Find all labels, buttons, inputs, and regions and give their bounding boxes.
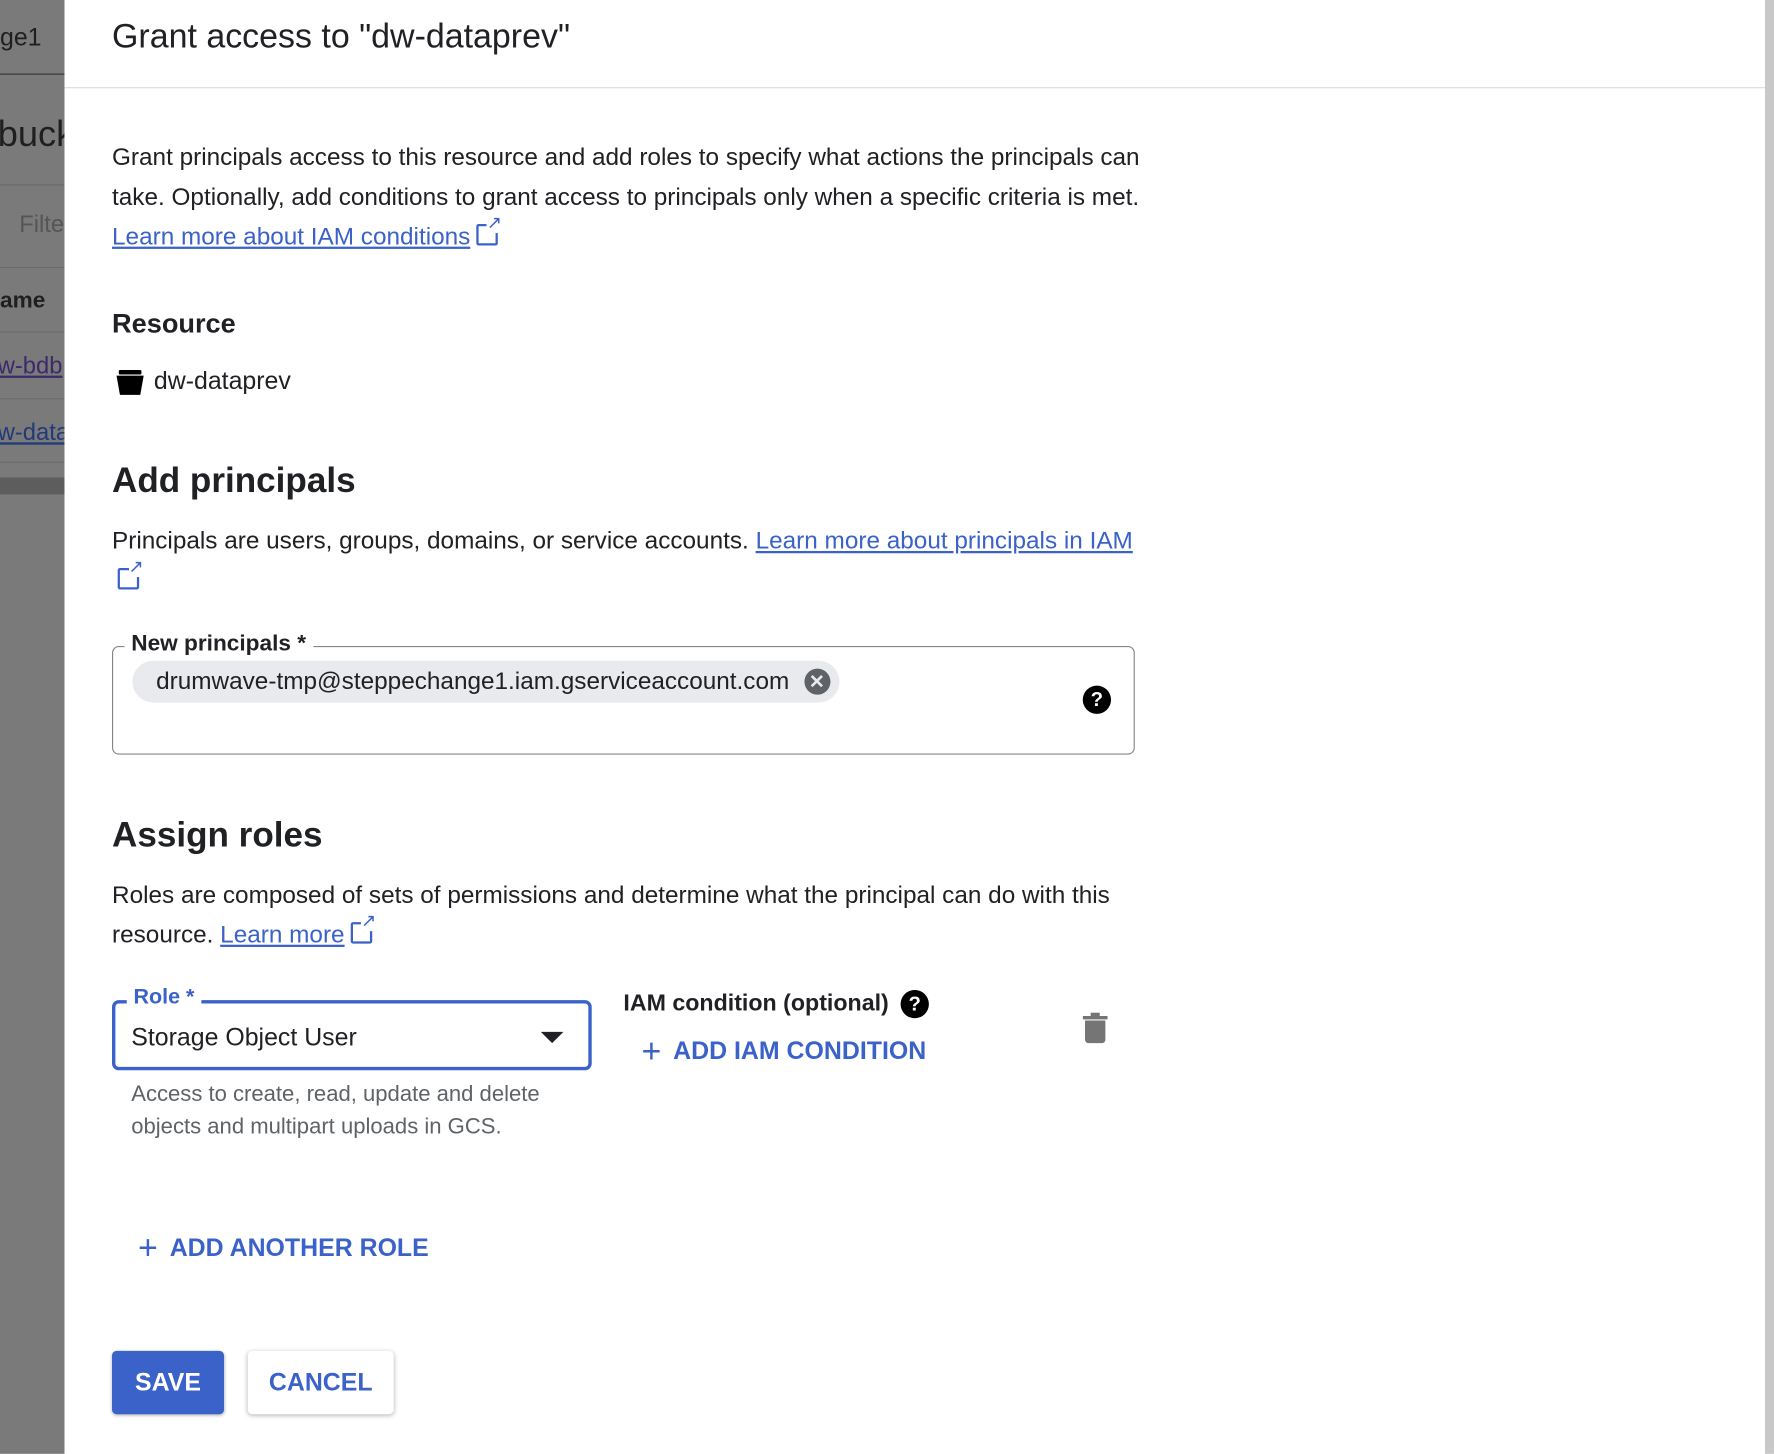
resource-heading: Resource (112, 308, 236, 340)
roles-description: Roles are composed of sets of permission… (112, 876, 1142, 955)
iam-condition-label: IAM condition (optional) (623, 989, 889, 1016)
assign-roles-heading: Assign roles (112, 814, 323, 855)
roles-learn-more-link[interactable]: Learn more (220, 921, 344, 948)
role-select[interactable]: Role * Storage Object User (112, 985, 592, 1071)
background-page-overlay: ge1 buck Filte ame w-bdb w-data (0, 0, 65, 1454)
help-icon[interactable]: ? (1082, 685, 1112, 714)
background-tab: ge1 (0, 22, 42, 51)
intro-text: Grant principals access to this resource… (112, 138, 1142, 257)
add-principals-heading: Add principals (112, 460, 356, 501)
external-link-icon (117, 558, 144, 590)
divider (64, 87, 1765, 89)
save-button[interactable]: SAVE (112, 1350, 225, 1415)
background-filter: Filte (19, 211, 65, 238)
new-principals-input[interactable]: New principals * drumwave-tmp@steppechan… (112, 631, 1135, 755)
bucket-icon (115, 368, 144, 403)
remove-chip-icon[interactable]: ✕ (803, 668, 830, 695)
role-label: Role * (126, 985, 202, 1011)
principal-chip-text: drumwave-tmp@steppechange1.iam.gservicea… (156, 667, 790, 695)
iam-condition-help-icon[interactable]: ? (900, 989, 929, 1019)
background-row-link: w-data (0, 419, 65, 446)
external-link-icon (476, 214, 503, 246)
add-iam-condition-button[interactable]: + ADD IAM CONDITION (642, 1033, 927, 1071)
principals-description: Principals are users, groups, domains, o… (112, 522, 1142, 601)
plus-icon: + (138, 1229, 158, 1268)
principals-learn-more-link[interactable]: Learn more about principals in IAM (756, 527, 1133, 554)
resource-name: dw-dataprev (153, 366, 291, 395)
principal-chip: drumwave-tmp@steppechange1.iam.gservicea… (132, 660, 840, 703)
panel-title: Grant access to "dw-dataprev" (112, 18, 571, 56)
iam-conditions-link[interactable]: Learn more about IAM conditions (112, 223, 470, 250)
role-hint: Access to create, read, update and delet… (131, 1081, 540, 1139)
background-row-link: w-bdb (0, 352, 63, 380)
grant-access-panel: Grant access to "dw-dataprev" Grant prin… (64, 0, 1765, 1454)
scrollbar[interactable] (1764, 0, 1774, 1454)
plus-icon: + (641, 1032, 662, 1071)
background-column-header: ame (0, 288, 46, 314)
background-title: buck (0, 113, 64, 154)
delete-role-icon[interactable] (1082, 1012, 1108, 1050)
add-another-role-button[interactable]: + ADD ANOTHER ROLE (138, 1230, 429, 1268)
dropdown-arrow-icon (540, 1031, 564, 1044)
role-value: Storage Object User (131, 1022, 357, 1052)
external-link-icon (350, 913, 377, 944)
cancel-button[interactable]: CANCEL (247, 1350, 394, 1415)
new-principals-label: New principals * (124, 631, 313, 658)
